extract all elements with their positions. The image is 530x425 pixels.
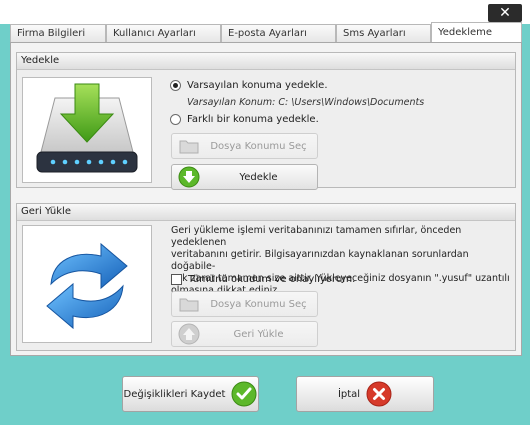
restore-group-title: Geri Yükle xyxy=(17,204,515,221)
download-drive-icon xyxy=(36,83,138,173)
restore-select-location-button[interactable]: Dosya Konumu Seç xyxy=(171,291,318,317)
backup-group-title: Yedekle xyxy=(17,53,515,70)
confirm-row[interactable]: Tümünü okudum ve onaylıyorum. xyxy=(171,274,355,285)
default-location-path: Varsayılan Konum: C: \Users\Windows\Docu… xyxy=(187,97,425,108)
other-location-label: Farklı bir konuma yedekle. xyxy=(187,114,319,125)
checkmark-icon xyxy=(231,381,257,407)
tab-content-panel: Yedekle Varsayılan konuma yedekle. Varsa… xyxy=(10,42,522,356)
default-location-radio[interactable] xyxy=(170,80,181,91)
backup-button[interactable]: Yedekle xyxy=(171,164,318,190)
restore-description: Geri yükleme işlemi veritabanınızı tamam… xyxy=(171,225,510,296)
restore-arrows-icon xyxy=(46,242,128,330)
green-down-arrow-icon xyxy=(178,166,200,188)
restore-icon-box xyxy=(22,225,152,343)
confirm-checkbox[interactable] xyxy=(171,274,182,285)
tab-user-settings[interactable]: Kullanıcı Ayarları xyxy=(106,24,221,42)
restore-button[interactable]: Geri Yükle xyxy=(171,321,318,347)
folder-icon xyxy=(179,298,199,312)
backup-default-option[interactable]: Varsayılan konuma yedekle. xyxy=(170,80,328,91)
tab-email-settings[interactable]: E-posta Ayarları xyxy=(221,24,336,42)
backup-select-location-button[interactable]: Dosya Konumu Seç xyxy=(171,133,318,159)
backup-group: Yedekle Varsayılan konuma yedekle. Varsa… xyxy=(16,52,516,190)
tab-bar: Firma Bilgileri Kullanıcı Ayarları E-pos… xyxy=(10,22,522,42)
folder-icon xyxy=(179,140,199,154)
settings-window: Firma Bilgileri Kullanıcı Ayarları E-pos… xyxy=(0,22,530,425)
red-x-icon xyxy=(366,381,392,407)
up-arrow-icon xyxy=(178,323,200,345)
tab-company-info[interactable]: Firma Bilgileri xyxy=(10,24,106,42)
other-location-radio[interactable] xyxy=(170,114,181,125)
save-changes-button[interactable]: Değişiklikleri Kaydet xyxy=(122,376,259,412)
restore-group: Geri Yükle Geri yükleme işlemi veritaban… xyxy=(16,203,516,351)
cancel-button[interactable]: İptal xyxy=(296,376,434,412)
confirm-label: Tümünü okudum ve onaylıyorum. xyxy=(188,274,356,285)
backup-other-option[interactable]: Farklı bir konuma yedekle. xyxy=(170,114,319,125)
backup-icon-box xyxy=(22,77,152,183)
default-location-label: Varsayılan konuma yedekle. xyxy=(187,80,328,91)
title-bar: ✕ xyxy=(0,0,530,24)
tab-backup[interactable]: Yedekleme xyxy=(431,22,522,42)
tab-sms-settings[interactable]: Sms Ayarları xyxy=(336,24,431,42)
close-button[interactable]: ✕ xyxy=(488,4,522,22)
